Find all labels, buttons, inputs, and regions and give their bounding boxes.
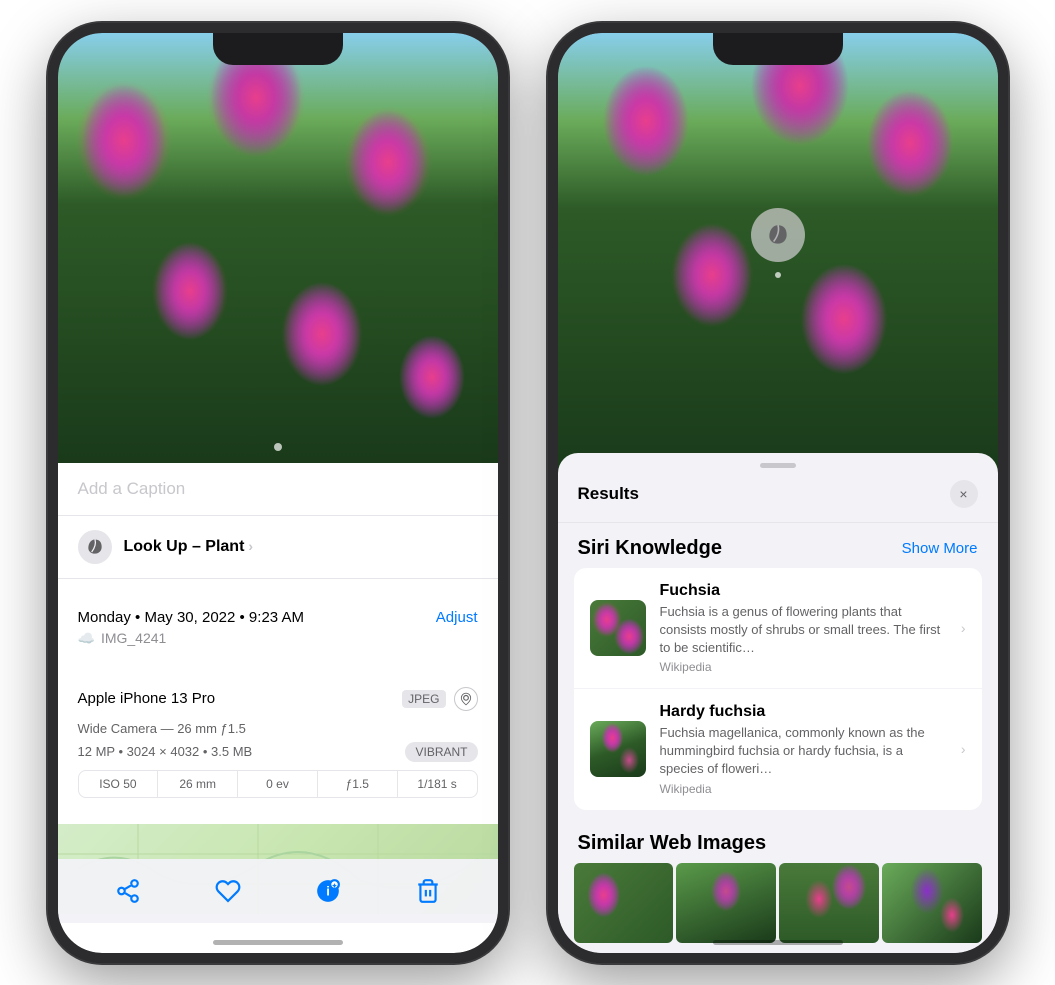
fuchsia-thumbnail [590,600,646,656]
results-panel: Results × Siri Knowledge Show More [558,453,998,953]
caption-area[interactable]: Add a Caption [58,463,498,516]
web-image-3[interactable] [779,863,879,943]
exif-shutter: 1/181 s [398,771,477,797]
caption-placeholder[interactable]: Add a Caption [78,479,186,498]
bottom-toolbar: i ✦ [58,859,498,923]
web-image-1[interactable] [574,863,674,943]
format-badges: JPEG [402,687,477,711]
web-thumb-image-4 [882,863,982,943]
fuchsia-photo [58,33,498,463]
info-button[interactable]: i ✦ [306,869,350,913]
lookup-regular: Plant [201,538,245,555]
fuchsia-description: Fuchsia is a genus of flowering plants t… [660,603,947,658]
web-images-grid [558,863,998,943]
web-image-4[interactable] [882,863,982,943]
mp-row: 12 MP • 3024 × 4032 • 3.5 MB VIBRANT [78,742,478,762]
filename: IMG_4241 [101,630,166,646]
right-photo-area [558,33,998,473]
right-notch [713,33,843,65]
lookup-bold: Look Up – [124,538,201,555]
siri-knowledge-title: Siri Knowledge [578,537,722,560]
vibrant-badge: VIBRANT [405,742,477,762]
mp-text: 12 MP • 3024 × 4032 • 3.5 MB [78,744,253,759]
fuchsia-info: Fuchsia Fuchsia is a genus of flowering … [660,582,947,675]
hardy-fuchsia-source: Wikipedia [660,782,947,796]
hardy-fuchsia-thumb-image [590,721,646,777]
right-screen: Results × Siri Knowledge Show More [558,33,998,953]
notch [213,33,343,65]
panel-handle [760,463,796,468]
info-block: Monday • May 30, 2022 • 9:23 AM Adjust ☁… [58,595,498,661]
location-icon [459,692,473,706]
exif-mm: 26 mm [158,771,238,797]
date-text: Monday • May 30, 2022 • 9:23 AM [78,609,304,626]
right-home-indicator [713,940,843,945]
jpeg-badge: JPEG [402,690,445,708]
date-row: Monday • May 30, 2022 • 9:23 AM Adjust [78,609,478,626]
cloud-icon: ☁️ [78,630,95,647]
device-name: Apple iPhone 13 Pro [78,690,216,707]
hardy-fuchsia-description: Fuchsia magellanica, commonly known as t… [660,724,947,779]
device-header: Apple iPhone 13 Pro JPEG [78,687,478,711]
fuchsia-name: Fuchsia [660,582,947,600]
knowledge-item-hardy-fuchsia[interactable]: Hardy fuchsia Fuchsia magellanica, commo… [574,689,982,810]
hardy-fuchsia-name: Hardy fuchsia [660,703,947,721]
fuchsia-source: Wikipedia [660,660,947,674]
siri-dot [775,272,781,278]
info-icon: i ✦ [315,878,341,904]
results-header: Results × [558,474,998,523]
left-screen: Add a Caption Look Up – Plant› Monday • … [58,33,498,953]
results-title: Results [578,484,639,504]
heart-icon [215,878,241,904]
photo-area[interactable] [58,33,498,463]
lookup-row[interactable]: Look Up – Plant› [58,516,498,579]
favorite-button[interactable] [206,869,250,913]
web-thumb-image-2 [676,863,776,943]
share-button[interactable] [106,869,150,913]
svg-text:✦: ✦ [331,881,337,889]
filename-row: ☁️ IMG_4241 [78,630,478,647]
siri-knowledge-header: Siri Knowledge Show More [558,523,998,568]
web-thumb-image-1 [574,863,674,943]
camera-details: Wide Camera — 26 mm ƒ1.5 [78,721,478,736]
fuchsia-chevron: › [961,620,966,636]
show-more-button[interactable]: Show More [902,540,978,557]
knowledge-card: Fuchsia Fuchsia is a genus of flowering … [574,568,982,810]
photo-page-indicator [274,443,282,451]
web-images-title: Similar Web Images [578,832,767,855]
delete-button[interactable] [406,869,450,913]
hardy-fuchsia-thumbnail [590,721,646,777]
exif-row: ISO 50 26 mm 0 ev ƒ1.5 1/181 s [78,770,478,798]
lookup-icon [78,530,112,564]
close-button[interactable]: × [950,480,978,508]
web-images-header: Similar Web Images [558,818,998,863]
siri-leaf-icon [765,222,791,248]
web-image-2[interactable] [676,863,776,943]
fuchsia-thumb-image [590,600,646,656]
leaf-icon [85,537,105,557]
exif-aperture: ƒ1.5 [318,771,398,797]
trash-icon [415,878,441,904]
home-indicator [213,940,343,945]
web-thumb-image-3 [779,863,879,943]
location-icon-circle [454,687,478,711]
share-icon [115,878,141,904]
left-phone: Add a Caption Look Up – Plant› Monday • … [48,23,508,963]
knowledge-item-fuchsia[interactable]: Fuchsia Fuchsia is a genus of flowering … [574,568,982,690]
adjust-button[interactable]: Adjust [436,609,478,626]
exif-ev: 0 ev [238,771,318,797]
device-block: Apple iPhone 13 Pro JPEG Wide Camera — 2… [58,673,498,812]
exif-iso: ISO 50 [79,771,159,797]
siri-button[interactable] [751,208,805,262]
hardy-fuchsia-info: Hardy fuchsia Fuchsia magellanica, commo… [660,703,947,796]
web-images-section: Similar Web Images [558,818,998,953]
lookup-chevron: › [248,538,253,554]
hardy-fuchsia-chevron: › [961,741,966,757]
right-phone: Results × Siri Knowledge Show More [548,23,1008,963]
lookup-label: Look Up – Plant› [124,538,254,556]
